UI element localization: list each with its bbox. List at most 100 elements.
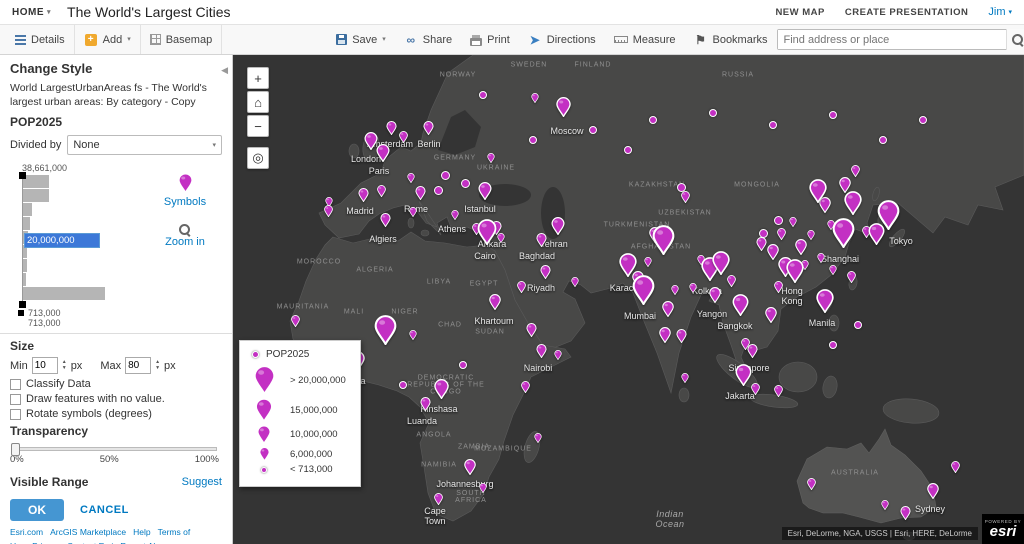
city-pin[interactable] bbox=[927, 483, 939, 499]
city-pin[interactable] bbox=[789, 217, 797, 227]
city-pin[interactable] bbox=[624, 146, 632, 154]
city-pin[interactable] bbox=[420, 397, 431, 411]
zoom-in-button[interactable]: + bbox=[247, 67, 269, 89]
city-pin[interactable] bbox=[459, 361, 467, 369]
city-pin[interactable] bbox=[900, 506, 911, 520]
city-pin[interactable] bbox=[433, 185, 443, 195]
max-size-input[interactable] bbox=[125, 357, 152, 375]
city-pin[interactable] bbox=[555, 97, 571, 117]
details-button[interactable]: Details bbox=[6, 25, 75, 54]
city-pin[interactable] bbox=[807, 230, 815, 240]
zoom-out-button[interactable]: − bbox=[247, 115, 269, 137]
city-pin[interactable] bbox=[409, 207, 417, 217]
city-pin[interactable] bbox=[409, 330, 417, 340]
city-pin[interactable] bbox=[795, 239, 807, 255]
search-input[interactable] bbox=[777, 30, 1006, 49]
city-pin[interactable] bbox=[877, 200, 900, 230]
city-pin[interactable] bbox=[619, 253, 637, 277]
histogram-top-handle[interactable] bbox=[19, 172, 26, 180]
city-pin[interactable] bbox=[398, 131, 408, 143]
city-pin[interactable] bbox=[680, 191, 690, 203]
histogram[interactable] bbox=[19, 172, 126, 309]
city-pin[interactable] bbox=[816, 289, 834, 313]
city-pin[interactable] bbox=[919, 116, 927, 124]
city-pin[interactable] bbox=[846, 271, 856, 283]
city-pin[interactable] bbox=[440, 170, 450, 180]
city-pin[interactable] bbox=[950, 461, 960, 473]
city-pin[interactable] bbox=[671, 285, 679, 295]
city-pin[interactable] bbox=[489, 294, 501, 310]
class-break-input[interactable] bbox=[24, 233, 100, 249]
footer-link[interactable]: Esri.com bbox=[10, 527, 43, 537]
city-pin[interactable] bbox=[756, 237, 767, 251]
footer-link[interactable]: ArcGIS Marketplace bbox=[50, 527, 126, 537]
city-pin[interactable] bbox=[540, 265, 551, 279]
city-pin[interactable] bbox=[809, 179, 827, 203]
city-pin[interactable] bbox=[773, 215, 783, 225]
city-pin[interactable] bbox=[464, 459, 476, 475]
city-pin[interactable] bbox=[358, 188, 369, 202]
city-pin[interactable] bbox=[323, 205, 333, 217]
city-pin[interactable] bbox=[829, 341, 837, 349]
city-pin[interactable] bbox=[526, 323, 537, 337]
city-pin[interactable] bbox=[750, 383, 760, 395]
city-pin[interactable] bbox=[516, 281, 526, 293]
zoom-in-link[interactable]: Zoom in bbox=[165, 236, 205, 248]
city-pin[interactable] bbox=[551, 217, 565, 235]
add-button[interactable]: Add bbox=[75, 25, 141, 54]
city-pin[interactable] bbox=[399, 381, 407, 389]
max-size-stepper[interactable] bbox=[155, 360, 160, 371]
checkbox-classify-data[interactable]: Classify Data bbox=[10, 378, 222, 390]
checkbox-draw-features-with-no-value[interactable]: Draw features with no value. bbox=[10, 393, 222, 405]
city-pin[interactable] bbox=[773, 385, 783, 397]
city-pin[interactable] bbox=[817, 253, 825, 263]
city-pin[interactable] bbox=[589, 126, 597, 134]
city-pin[interactable] bbox=[850, 165, 860, 177]
city-pin[interactable] bbox=[881, 500, 889, 510]
city-pin[interactable] bbox=[662, 301, 674, 317]
city-pin[interactable] bbox=[649, 116, 657, 124]
city-pin[interactable] bbox=[726, 275, 736, 287]
city-pin[interactable] bbox=[769, 121, 777, 129]
city-pin[interactable] bbox=[290, 315, 300, 327]
city-pin[interactable] bbox=[786, 259, 804, 283]
city-pin[interactable] bbox=[735, 364, 752, 386]
toolbar-save-button[interactable]: Save bbox=[327, 25, 395, 54]
city-pin[interactable] bbox=[374, 315, 397, 345]
city-pin[interactable] bbox=[479, 91, 487, 99]
city-pin[interactable] bbox=[376, 185, 386, 197]
city-pin[interactable] bbox=[460, 178, 470, 188]
city-pin[interactable] bbox=[747, 344, 758, 358]
symbols-link[interactable]: Symbols bbox=[164, 196, 206, 208]
checkbox-box[interactable] bbox=[10, 393, 21, 405]
city-pin[interactable] bbox=[407, 173, 415, 183]
city-pin[interactable] bbox=[829, 111, 837, 119]
city-pin[interactable] bbox=[531, 93, 539, 103]
checkbox-box[interactable] bbox=[10, 378, 21, 390]
city-pin[interactable] bbox=[776, 228, 786, 240]
city-pin[interactable] bbox=[479, 483, 487, 493]
city-pin[interactable] bbox=[879, 136, 887, 144]
cancel-button[interactable]: CANCEL bbox=[80, 504, 129, 516]
home-menu[interactable]: HOME bbox=[12, 7, 51, 18]
city-pin[interactable] bbox=[487, 153, 495, 163]
city-pin[interactable] bbox=[554, 350, 562, 360]
city-pin[interactable] bbox=[659, 327, 671, 343]
city-pin[interactable] bbox=[732, 294, 749, 316]
histogram-bottom-handle[interactable] bbox=[19, 301, 26, 309]
city-pin[interactable] bbox=[529, 136, 537, 144]
city-pin[interactable] bbox=[832, 218, 855, 248]
transparency-slider[interactable] bbox=[11, 443, 217, 457]
city-pin[interactable] bbox=[423, 121, 434, 135]
city-pin[interactable] bbox=[829, 265, 837, 275]
city-pin[interactable] bbox=[773, 281, 783, 293]
city-pin[interactable] bbox=[712, 251, 730, 275]
search-button[interactable] bbox=[1005, 29, 1024, 50]
new-map-button[interactable]: NEW MAP bbox=[775, 7, 824, 18]
city-pin[interactable] bbox=[676, 329, 687, 343]
city-pin[interactable] bbox=[652, 225, 675, 255]
toolbar-directions-button[interactable]: ➤ Directions bbox=[519, 25, 605, 54]
create-presentation-button[interactable]: CREATE PRESENTATION bbox=[845, 7, 969, 18]
panel-collapse-arrow[interactable] bbox=[221, 65, 228, 76]
city-pin[interactable] bbox=[433, 493, 443, 505]
